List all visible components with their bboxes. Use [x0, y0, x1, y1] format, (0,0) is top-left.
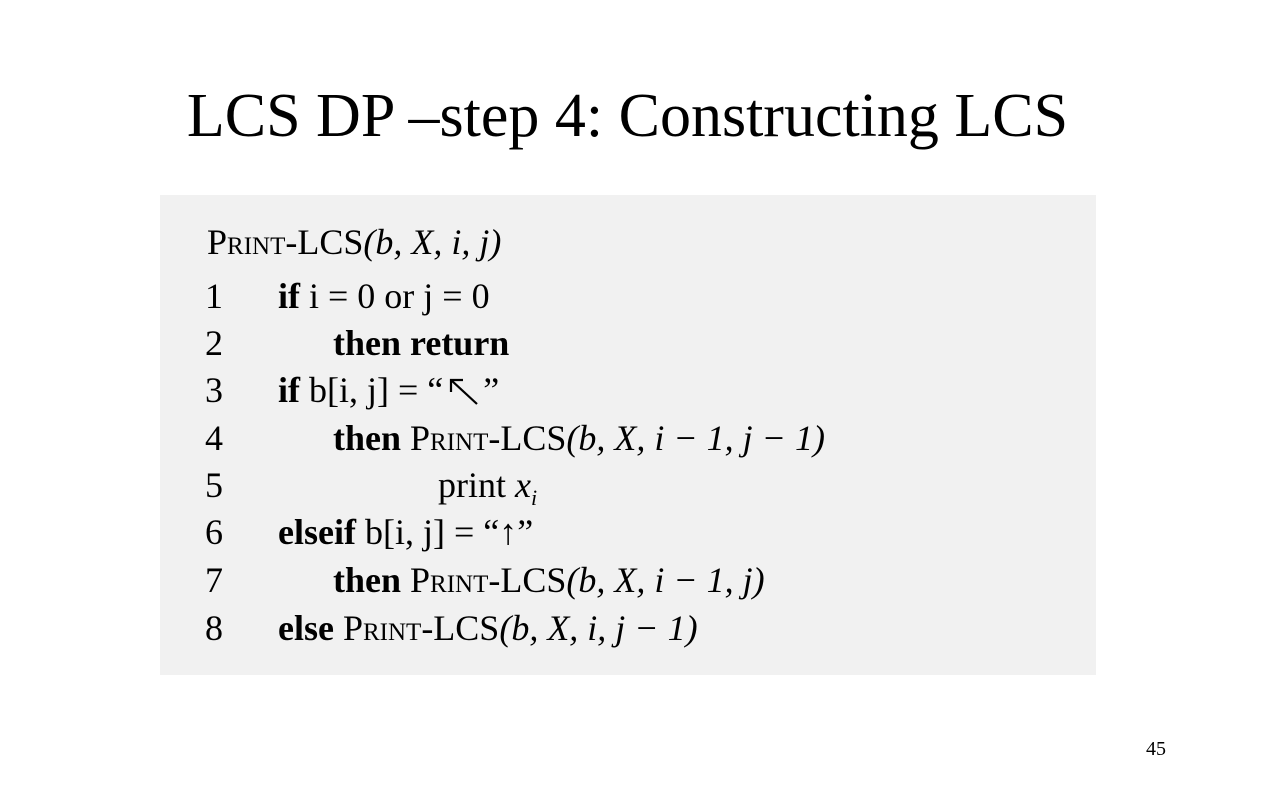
procedure-name: Print-LCS — [207, 222, 364, 262]
line-number: 6 — [205, 512, 223, 552]
statement-text: b[i, j] = “ — [300, 370, 444, 410]
statement: if b[i, j] = “ ” — [278, 367, 499, 413]
line-number: 2 — [205, 323, 223, 363]
line-number: 5 — [205, 465, 223, 505]
line-number: 7 — [205, 560, 223, 600]
keyword: if — [278, 370, 300, 410]
keyword: then — [333, 560, 402, 600]
statement-text-end: ” — [483, 370, 500, 410]
line-number: 1 — [205, 276, 223, 316]
procedure-params: (b, X, i, j) — [363, 222, 502, 262]
statement-text: print — [438, 465, 515, 505]
procedure-call: Print-LCS — [410, 560, 567, 600]
statement: if i = 0 or j = 0 — [278, 273, 490, 319]
line-number: 8 — [205, 608, 223, 648]
keyword: if — [278, 276, 300, 316]
statement: then return — [333, 320, 509, 366]
procedure-call: Print-LCS — [342, 608, 500, 648]
procedure-signature: Print-LCS(b, X, i, j) — [207, 219, 501, 265]
statement-text: i = 0 or j = 0 — [300, 276, 490, 316]
statement: else Print-LCS(b, X, i, j − 1) — [278, 605, 698, 651]
call-args: (b, X, i − 1, j − 1) — [566, 418, 825, 458]
page-number: 45 — [1146, 738, 1166, 760]
call-args: (b, X, i − 1, j) — [566, 560, 765, 600]
statement: then Print-LCS(b, X, i − 1, j) — [333, 557, 765, 603]
keyword: then return — [333, 323, 510, 363]
slide-title: LCS DP –step 4: Constructing LCS — [186, 82, 1069, 150]
statement: then Print-LCS(b, X, i − 1, j − 1) — [333, 415, 825, 461]
statement: elseif b[i, j] = “↑” — [278, 509, 533, 555]
keyword: elseif — [278, 512, 356, 552]
procedure-call: Print-LCS — [410, 418, 567, 458]
keyword: else — [278, 608, 334, 648]
keyword: then — [333, 418, 402, 458]
subscript: i — [530, 485, 538, 510]
call-args: (b, X, i, j − 1) — [499, 608, 698, 648]
up-left-arrow-icon — [443, 372, 483, 408]
line-number: 4 — [205, 418, 223, 458]
statement-text: b[i, j] = “↑” — [355, 512, 534, 552]
variable: x — [515, 465, 531, 505]
pseudocode-panel: Print-LCS(b, X, i, j) 1 if i = 0 or j = … — [160, 195, 1096, 675]
line-number: 3 — [205, 370, 223, 410]
